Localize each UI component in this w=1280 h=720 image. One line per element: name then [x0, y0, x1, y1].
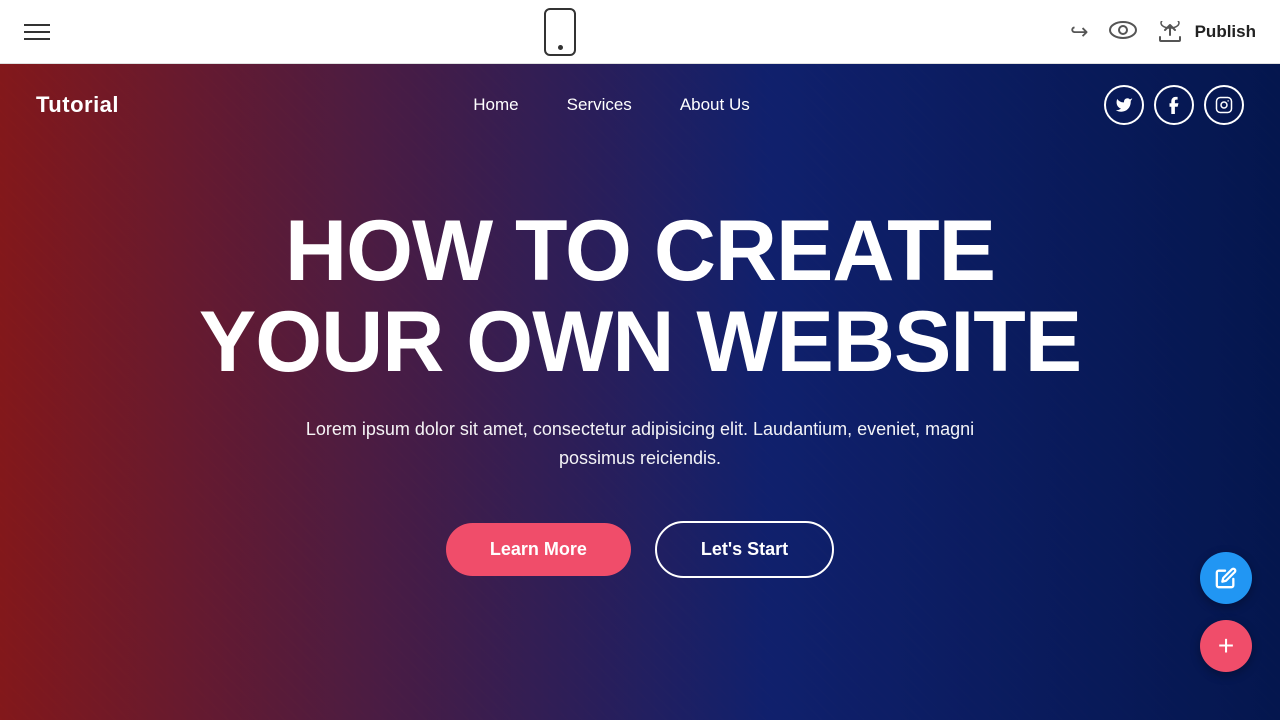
nav-link-about[interactable]: About Us — [680, 95, 750, 115]
add-fab-button[interactable]: + — [1200, 620, 1252, 672]
add-icon: + — [1218, 632, 1234, 660]
hero-cta-buttons: Learn More Let's Start — [446, 521, 834, 578]
nav-link-services[interactable]: Services — [567, 95, 632, 115]
lets-start-button[interactable]: Let's Start — [655, 521, 834, 578]
preview-area: Tutorial Home Services About Us — [0, 64, 1280, 720]
nav-links: Home Services About Us — [473, 95, 749, 115]
twitter-icon[interactable] — [1104, 85, 1144, 125]
learn-more-button[interactable]: Learn More — [446, 523, 631, 576]
hero-title-line2: YOUR OWN WEBSITE — [199, 294, 1081, 390]
facebook-icon[interactable] — [1154, 85, 1194, 125]
site-navigation: Tutorial Home Services About Us — [0, 64, 1280, 145]
publish-button[interactable]: Publish — [1157, 21, 1256, 43]
preview-eye-icon[interactable] — [1109, 19, 1137, 45]
instagram-icon[interactable] — [1204, 85, 1244, 125]
undo-icon[interactable]: ↩ — [1070, 19, 1088, 45]
mobile-preview-icon[interactable] — [544, 8, 576, 56]
hero-section: HOW TO CREATE YOUR OWN WEBSITE Lorem ips… — [0, 64, 1280, 720]
social-icons — [1104, 85, 1244, 125]
hero-title-line1: HOW TO CREATE — [285, 203, 995, 299]
nav-link-home[interactable]: Home — [473, 95, 518, 115]
edit-fab-button[interactable] — [1200, 552, 1252, 604]
hero-title: HOW TO CREATE YOUR OWN WEBSITE — [199, 206, 1081, 387]
publish-label: Publish — [1195, 22, 1256, 42]
hero-subtitle: Lorem ipsum dolor sit amet, consectetur … — [300, 415, 980, 473]
toolbar: ↩ Publish — [0, 0, 1280, 64]
site-logo[interactable]: Tutorial — [36, 92, 119, 118]
hamburger-menu-icon[interactable] — [24, 24, 50, 40]
